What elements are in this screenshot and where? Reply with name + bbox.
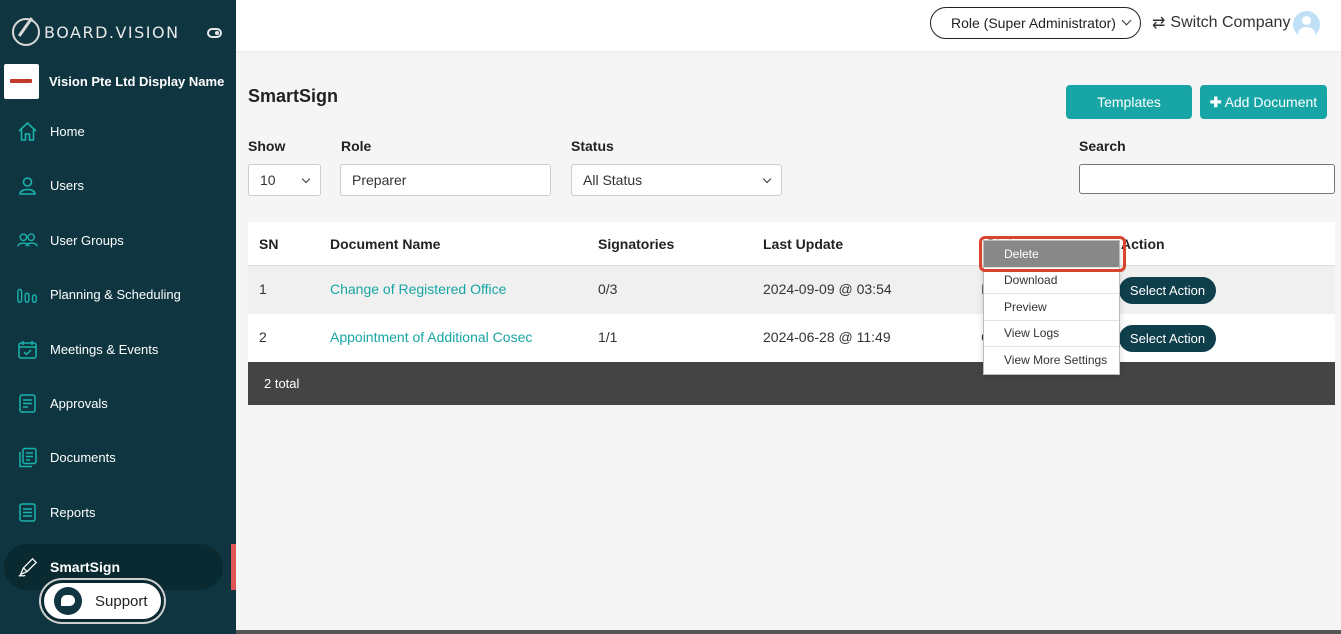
document-link[interactable]: Appointment of Additional Cosec — [330, 329, 532, 345]
role-filter-input[interactable]: Preparer — [340, 164, 551, 196]
total-count: 2 total — [264, 376, 300, 391]
cell-signatories: 1/1 — [598, 329, 618, 345]
sidebar-item-documents[interactable]: Documents — [0, 434, 236, 480]
company-selector[interactable]: Vision Pte Ltd Display Name — [4, 64, 224, 99]
document-link[interactable]: Change of Registered Office — [330, 281, 506, 297]
menu-item-preview[interactable]: Preview — [984, 294, 1119, 321]
table-header: SN Document Name Signatories Last Update… — [248, 222, 1335, 266]
calendar-icon — [17, 339, 38, 360]
table-footer: 2 total — [248, 362, 1335, 405]
user-group-icon — [17, 230, 38, 251]
sidebar-toggle-icon[interactable] — [207, 28, 222, 38]
cell-sn: 1 — [259, 281, 267, 297]
show-select[interactable]: 10 — [248, 164, 321, 196]
add-document-label: Add Document — [1224, 94, 1318, 110]
support-label: Support — [95, 592, 148, 610]
column-header-last-update[interactable]: Last Update — [763, 236, 843, 252]
menu-item-view-more-settings[interactable]: View More Settings — [984, 347, 1119, 374]
status-filter-value: All Status — [583, 172, 643, 188]
switch-company-label: Switch Company — [1170, 14, 1291, 31]
sidebar-item-approvals[interactable]: Approvals — [0, 380, 236, 426]
chevron-down-icon — [762, 174, 772, 184]
sidebar-item-meetings-events[interactable]: Meetings & Events — [0, 326, 236, 372]
sidebar-item-label: User Groups — [50, 232, 124, 248]
report-icon — [17, 502, 38, 523]
show-value: 10 — [260, 172, 276, 188]
documents-icon — [17, 447, 38, 468]
status-select[interactable]: All Status — [571, 164, 782, 196]
cell-last-update: 2024-09-09 @ 03:54 — [763, 281, 892, 297]
role-filter-value: Preparer — [352, 172, 407, 188]
sidebar-item-label: SmartSign — [50, 559, 121, 575]
add-document-button[interactable]: ✚ Add Document — [1200, 85, 1327, 119]
documents-table: SN Document Name Signatories Last Update… — [248, 222, 1335, 405]
select-action-button[interactable]: Select Action — [1119, 277, 1216, 304]
sidebar-item-label: Meetings & Events — [50, 341, 159, 357]
table-row: 1 Change of Registered Office 0/3 2024-0… — [248, 266, 1335, 314]
chevron-down-icon — [301, 174, 311, 184]
sidebar-item-reports[interactable]: Reports — [0, 489, 236, 535]
role-selector[interactable]: Role (Super Administrator) — [930, 7, 1141, 39]
select-action-label: Select Action — [1129, 283, 1206, 298]
plus-icon: ✚ — [1209, 93, 1222, 110]
sidebar-item-label: Documents — [50, 449, 116, 465]
avatar[interactable] — [1293, 11, 1320, 38]
table-row: 2 Appointment of Additional Cosec 1/1 20… — [248, 314, 1335, 362]
page-title: SmartSign — [248, 86, 339, 106]
topbar: Role (Super Administrator) ⇄ Switch Comp… — [236, 0, 1341, 51]
delete-highlight-outline — [979, 236, 1126, 272]
column-header-sn[interactable]: SN — [259, 236, 278, 252]
switch-icon: ⇄ — [1152, 15, 1166, 32]
bar-chart-icon — [17, 284, 38, 305]
brand-name: BOARD.VISION — [44, 22, 180, 42]
approval-doc-icon — [17, 393, 38, 414]
brand-logo[interactable]: BOARD.VISION — [12, 18, 180, 46]
column-header-action: Action — [1121, 236, 1165, 252]
role-label: Role (Super Administrator) — [951, 15, 1116, 31]
home-icon — [17, 121, 38, 142]
menu-item-view-logs[interactable]: View Logs — [984, 321, 1119, 347]
sidebar-item-label: Home — [50, 123, 85, 139]
company-logo — [4, 64, 39, 99]
bottom-edge — [236, 630, 1341, 634]
search-label: Search — [1079, 138, 1126, 154]
pen-icon — [17, 557, 38, 578]
sidebar-item-users[interactable]: Users — [0, 162, 236, 208]
select-action-button[interactable]: Select Action — [1119, 325, 1216, 352]
chevron-down-icon — [1121, 15, 1132, 26]
show-label: Show — [248, 138, 286, 154]
sidebar-item-label: Planning & Scheduling — [50, 286, 181, 302]
select-action-label: Select Action — [1129, 331, 1206, 346]
role-filter-label: Role — [341, 138, 372, 154]
user-icon — [17, 175, 38, 196]
switch-company-button[interactable]: ⇄ Switch Company — [1152, 13, 1290, 33]
sidebar-item-home[interactable]: Home — [0, 108, 236, 154]
sidebar-item-label: Approvals — [50, 395, 108, 411]
column-header-signatories[interactable]: Signatories — [598, 236, 674, 252]
templates-label: Templates — [1097, 94, 1161, 110]
templates-button[interactable]: Templates — [1066, 85, 1192, 119]
chat-icon — [54, 587, 82, 615]
support-button[interactable]: Support — [41, 580, 164, 622]
cell-signatories: 0/3 — [598, 281, 618, 297]
cell-last-update: 2024-06-28 @ 11:49 — [763, 329, 891, 345]
sidebar: BOARD.VISION Vision Pte Ltd Display Name… — [0, 0, 236, 634]
sidebar-item-label: Reports — [50, 504, 96, 520]
active-indicator — [231, 544, 236, 590]
search-input[interactable] — [1079, 164, 1335, 194]
sidebar-item-planning-scheduling[interactable]: Planning & Scheduling — [0, 271, 236, 317]
board-vision-logo-icon — [12, 18, 40, 46]
column-header-document-name[interactable]: Document Name — [330, 236, 440, 252]
cell-sn: 2 — [259, 329, 267, 345]
status-filter-label: Status — [571, 138, 614, 154]
sidebar-item-label: Users — [50, 177, 84, 193]
sidebar-item-user-groups[interactable]: User Groups — [0, 217, 236, 263]
company-name: Vision Pte Ltd Display Name — [49, 74, 225, 89]
